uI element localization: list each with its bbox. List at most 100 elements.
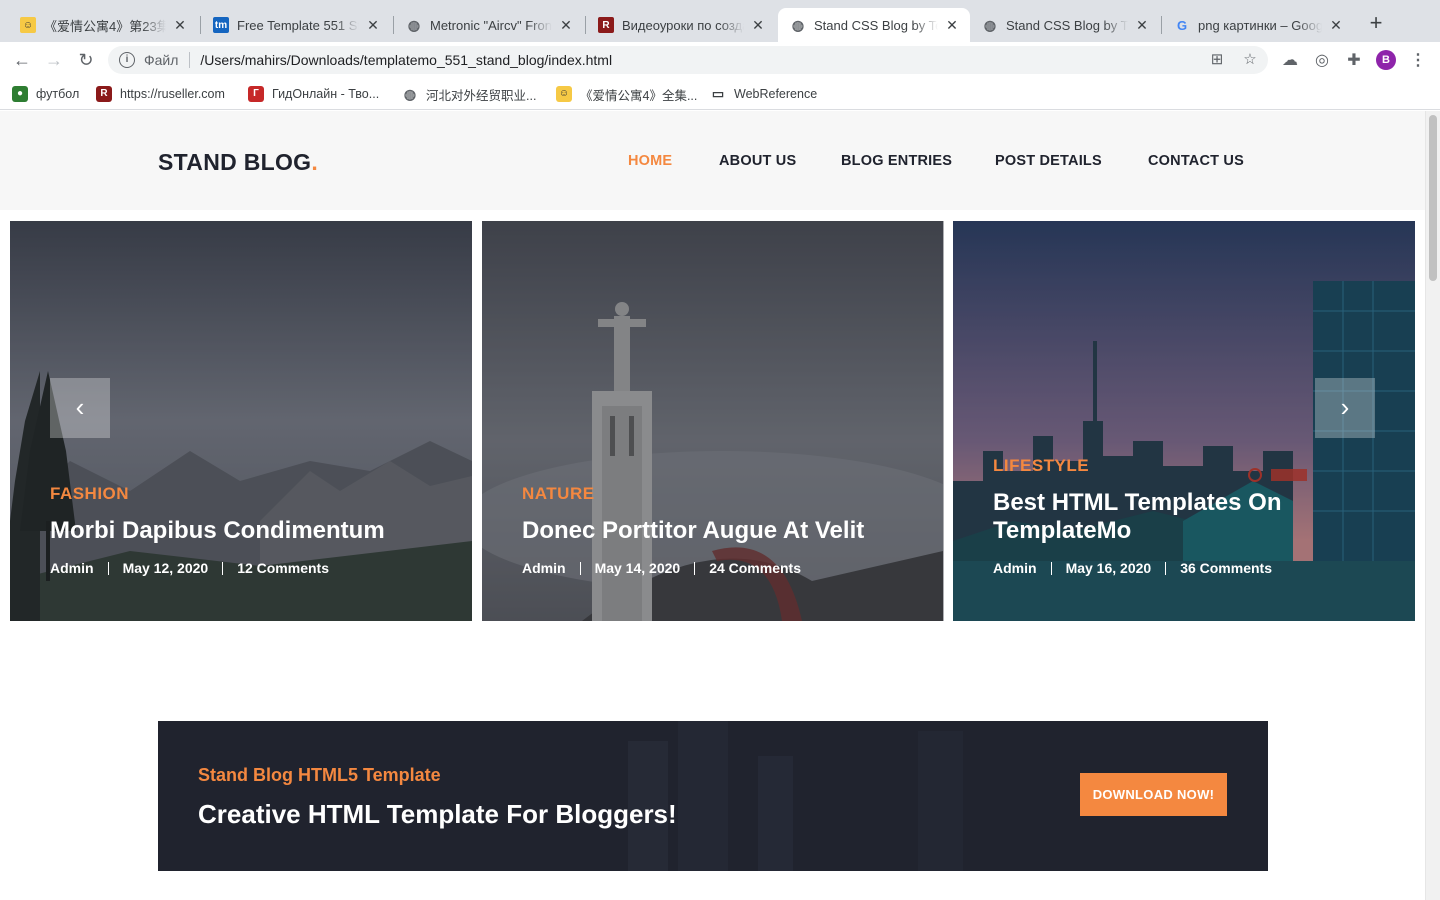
bookmark-label: ГидОнлайн - Тво... [272, 87, 380, 101]
slide-date[interactable]: May 14, 2020 [595, 560, 681, 576]
extensions-puzzle-icon[interactable]: ✚ [1344, 51, 1364, 71]
gidonline-icon: Г [248, 86, 264, 102]
bookmark-item[interactable]: ● футбол [12, 85, 79, 103]
browser-tab[interactable]: ◍ Stand CSS Blog by TemplateMo ✕ [970, 8, 1160, 42]
bookmark-item[interactable]: ☺ 《爱情公寓4》全集... [556, 85, 697, 103]
logo-dot: . [311, 149, 319, 175]
forward-button[interactable]: → [42, 49, 66, 73]
cartoon-icon: ☺ [556, 86, 572, 102]
slide-title[interactable]: Best HTML Templates On TemplateMo [993, 489, 1373, 545]
bookmark-item[interactable]: Г ГидОнлайн - Тво... [248, 85, 379, 103]
tab-title: 《爱情公寓4》第23集免费观看 [44, 18, 166, 34]
cloud-download-icon[interactable]: ☁ [1280, 51, 1300, 71]
slide-author[interactable]: Admin [50, 560, 94, 576]
r-icon: R [96, 86, 112, 102]
browser-tab[interactable]: ◍ Metronic "Aircv" Frontend ✕ [394, 8, 584, 42]
bookmark-item[interactable]: R https://ruseller.com [96, 85, 225, 103]
download-now-button[interactable]: DOWNLOAD NOW! [1080, 773, 1227, 816]
tab-title: Stand CSS Blog by TemplateMo [1006, 17, 1128, 33]
slider-next-button[interactable]: › [1315, 378, 1375, 438]
browser-tab[interactable]: G png картинки – Google Поиск ✕ [1162, 8, 1354, 42]
new-tab-button[interactable]: + [1366, 12, 1386, 36]
bookmark-label: 河北对外经贸职业... [426, 88, 537, 103]
site-logo[interactable]: STAND BLOG. [158, 149, 318, 176]
close-tab-icon[interactable]: ✕ [944, 17, 960, 34]
bookmarks-bar: ● футбол R https://ruseller.com Г ГидОнл… [0, 78, 1440, 110]
tm-icon: tm [213, 17, 229, 33]
browser-tab-bar: ☺ 《爱情公寓4》第23集免费观看 ✕ tm Free Template 551… [0, 0, 1440, 42]
slide-comments[interactable]: 36 Comments [1180, 560, 1272, 576]
logo-text: STAND BLOG [158, 149, 312, 175]
nav-post-details[interactable]: POST DETAILS [995, 153, 1102, 169]
site-header: STAND BLOG. HOME ABOUT US BLOG ENTRIES P… [0, 111, 1425, 210]
globe-icon: ◍ [983, 16, 997, 33]
nav-contact-us[interactable]: CONTACT US [1148, 153, 1244, 169]
slide-author[interactable]: Admin [993, 560, 1037, 576]
close-tab-icon[interactable]: ✕ [172, 17, 188, 34]
address-scheme-label: Файл [144, 52, 179, 68]
globe-icon: ◍ [403, 86, 417, 102]
close-tab-icon[interactable]: ✕ [1134, 17, 1150, 34]
browser-tab[interactable]: tm Free Template 551 Stand Blog ✕ [201, 8, 391, 42]
nav-blog-entries[interactable]: BLOG ENTRIES [841, 153, 952, 169]
google-icon: G [1176, 17, 1188, 33]
browser-tab[interactable]: ☺ 《爱情公寓4》第23集免费观看 ✕ [8, 8, 198, 42]
close-tab-icon[interactable]: ✕ [1328, 17, 1344, 34]
address-bar[interactable]: i Файл /Users/mahirs/Downloads/templatem… [108, 46, 1268, 74]
tab-title: Видеоуроки по созданию [622, 17, 744, 33]
nav-about-us[interactable]: ABOUT US [719, 153, 796, 169]
browser-tab[interactable]: R Видеоуроки по созданию ✕ [586, 8, 776, 42]
slide-card[interactable]: NATURE Donec Porttitor Augue At Velit Ad… [482, 221, 944, 621]
soccer-icon: ● [12, 86, 28, 102]
translate-icon[interactable]: ⊞ [1208, 51, 1226, 69]
page-scrollbar[interactable] [1425, 111, 1440, 900]
bookmark-star-icon[interactable]: ☆ [1241, 51, 1259, 69]
bookmark-item[interactable]: ◍ 河北对外经贸职业... [402, 85, 537, 103]
cta-subtitle: Stand Blog HTML5 Template [198, 765, 441, 785]
chat-icon: ▭ [711, 86, 725, 101]
tab-title: Metronic "Aircv" Frontend [430, 17, 552, 33]
r-icon: R [598, 17, 614, 33]
profile-avatar[interactable]: B [1376, 50, 1396, 70]
bookmark-label: 《爱情公寓4》全集... [580, 88, 698, 103]
close-tab-icon[interactable]: ✕ [365, 17, 381, 34]
globe-icon: ◍ [407, 16, 421, 33]
bookmark-label: футбол [36, 87, 80, 101]
slide-date[interactable]: May 16, 2020 [1066, 560, 1152, 576]
slide-title[interactable]: Donec Porttitor Augue At Velit [522, 517, 902, 545]
slide-meta: Admin May 12, 2020 12 Comments [50, 560, 329, 576]
slide-category[interactable]: FASHION [50, 484, 129, 504]
cta-banner: Stand Blog HTML5 Template Creative HTML … [158, 721, 1268, 871]
browser-tab-active[interactable]: ◍ Stand CSS Blog by TemplateMo ✕ [778, 8, 970, 42]
info-icon[interactable]: i [119, 52, 135, 68]
bookmark-item[interactable]: ▭ WebReference [710, 85, 817, 103]
slide-comments[interactable]: 12 Comments [237, 560, 329, 576]
banner-slider: FASHION Morbi Dapibus Condimentum Admin … [10, 221, 1415, 621]
slide-date[interactable]: May 12, 2020 [123, 560, 209, 576]
extension-compass-icon[interactable]: ◎ [1312, 51, 1332, 71]
tab-title: png картинки – Google Поиск [1198, 17, 1322, 33]
slide-category[interactable]: LIFESTYLE [993, 456, 1089, 476]
tab-title: Free Template 551 Stand Blog [237, 17, 359, 33]
cartoon-icon: ☺ [20, 17, 36, 33]
nav-home[interactable]: HOME [628, 153, 672, 169]
close-tab-icon[interactable]: ✕ [558, 17, 574, 34]
close-tab-icon[interactable]: ✕ [750, 17, 766, 34]
bookmark-label: WebReference [734, 87, 818, 101]
menu-kebab-icon[interactable]: ⋮ [1408, 51, 1428, 71]
slide-category[interactable]: NATURE [522, 484, 595, 504]
slide-meta: Admin May 14, 2020 24 Comments [522, 560, 801, 576]
bookmark-label: https://ruseller.com [120, 87, 225, 101]
slide-title[interactable]: Morbi Dapibus Condimentum [50, 517, 430, 545]
address-url[interactable]: /Users/mahirs/Downloads/templatemo_551_s… [200, 52, 612, 68]
slider-prev-button[interactable]: ‹ [50, 378, 110, 438]
back-button[interactable]: ← [10, 49, 34, 73]
cta-title: Creative HTML Template For Bloggers! [198, 799, 677, 829]
slide-author[interactable]: Admin [522, 560, 566, 576]
slide-comments[interactable]: 24 Comments [709, 560, 801, 576]
slide-meta: Admin May 16, 2020 36 Comments [993, 560, 1272, 576]
scrollbar-thumb[interactable] [1429, 115, 1437, 281]
reload-button[interactable]: ↻ [74, 49, 98, 73]
globe-icon: ◍ [791, 16, 805, 33]
page-viewport: STAND BLOG. HOME ABOUT US BLOG ENTRIES P… [0, 111, 1425, 900]
